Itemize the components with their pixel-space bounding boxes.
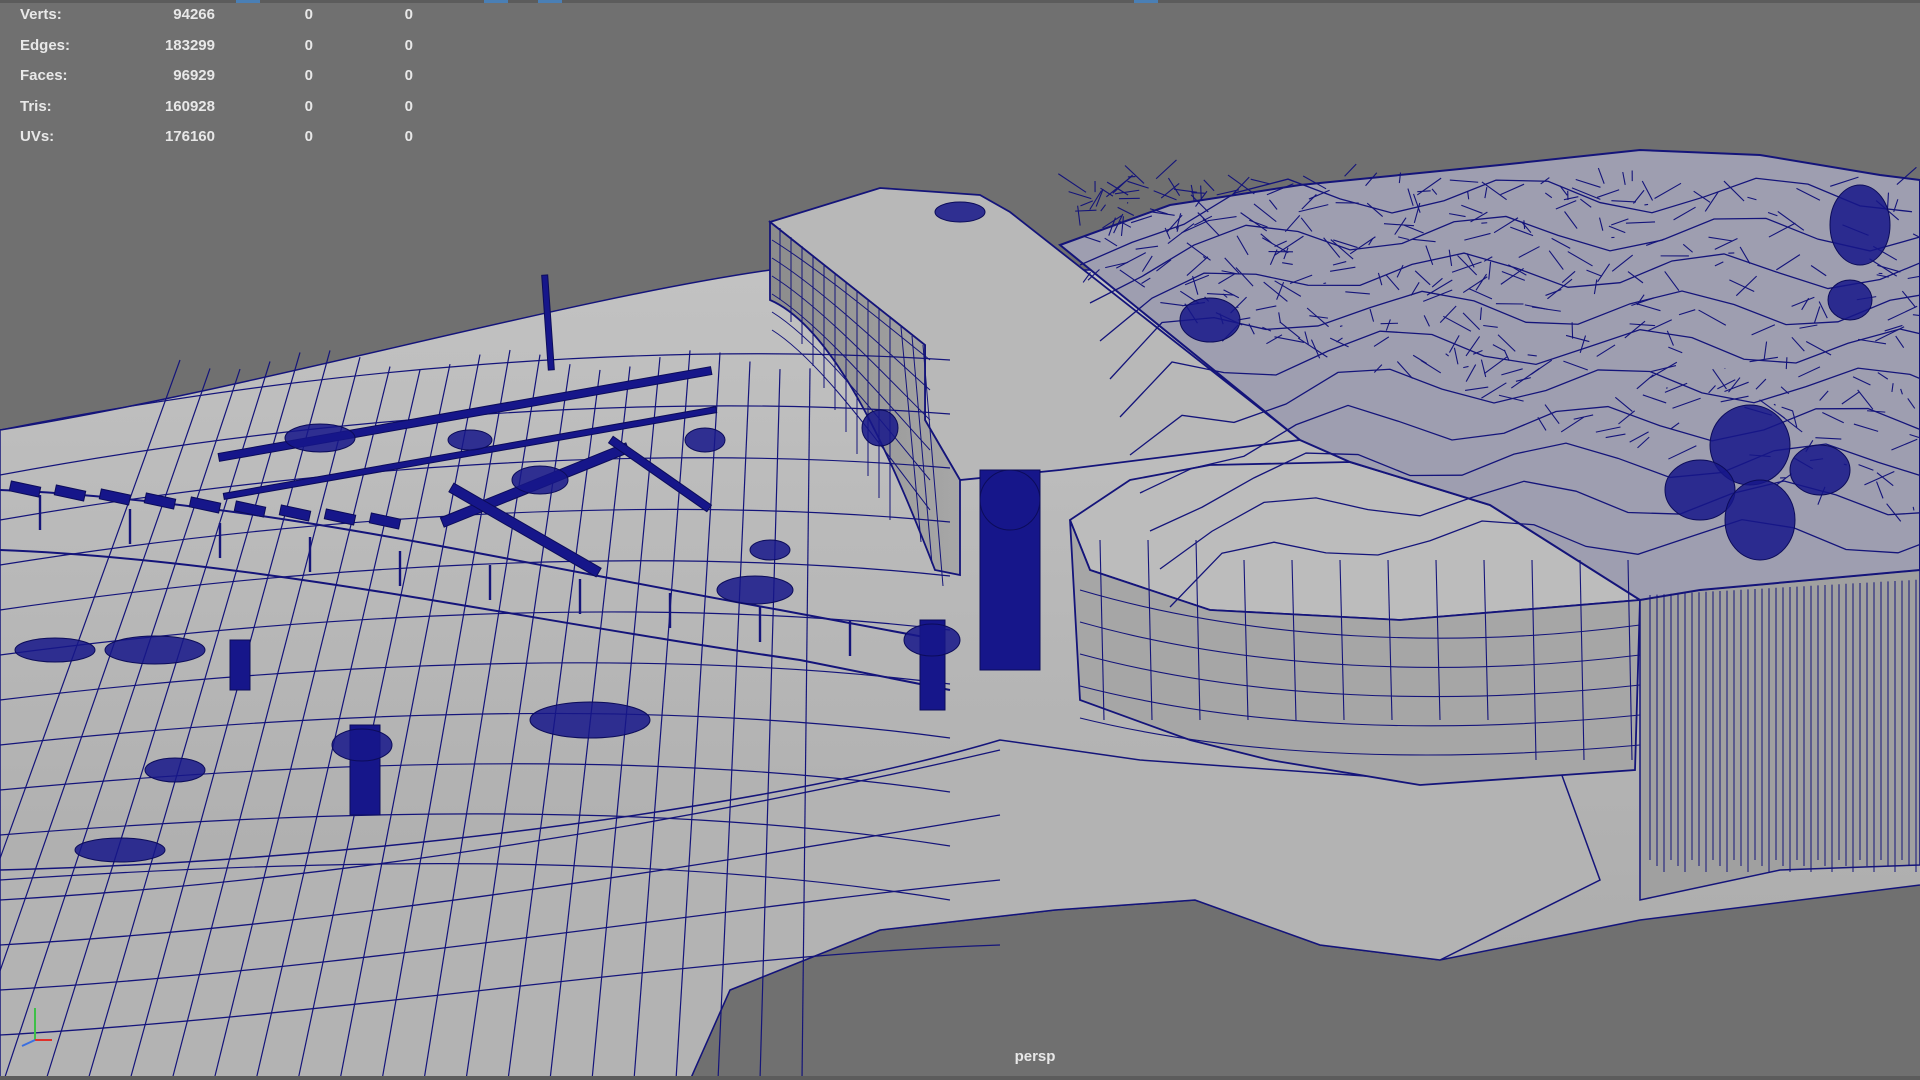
hud-label: Faces: — [20, 67, 68, 84]
cliff-right-face — [1639, 569, 1920, 901]
axis-gizmo-icon — [21, 1008, 52, 1047]
hud-label: Tris: — [20, 97, 52, 115]
camera-name-label: persp — [1014, 1048, 1056, 1065]
hud-total: 160928 — [164, 97, 215, 115]
hud-selected-2: 0 — [404, 36, 413, 54]
scene-render[interactable] — [0, 0, 1920, 1080]
hud-selected-2: 0 — [404, 97, 413, 115]
hud-selected: 0 — [304, 36, 313, 54]
hud-selected: 0 — [304, 97, 313, 115]
hud-selected: 0 — [304, 128, 313, 145]
panel-bottom-border — [0, 1076, 1920, 1080]
hud-total: 96929 — [173, 67, 215, 84]
hud-total: 176160 — [164, 128, 215, 145]
hud-selected-2: 0 — [404, 67, 413, 84]
hud-label: UVs: — [20, 128, 55, 145]
hud-label: Verts: — [20, 6, 62, 23]
z-axis-line — [21, 1039, 36, 1047]
hud-total: 183299 — [164, 36, 215, 54]
hud-label: Edges: — [20, 36, 71, 54]
hud-selected: 0 — [304, 6, 313, 23]
hud-total: 94266 — [173, 6, 215, 23]
3d-viewport[interactable]: Verts: 94266 0 0 Edges: 183299 0 0 Faces… — [0, 0, 1920, 1080]
hud-selected-2: 0 — [404, 128, 413, 145]
hud-selected-2: 0 — [404, 6, 413, 23]
hud-selected: 0 — [304, 67, 313, 84]
